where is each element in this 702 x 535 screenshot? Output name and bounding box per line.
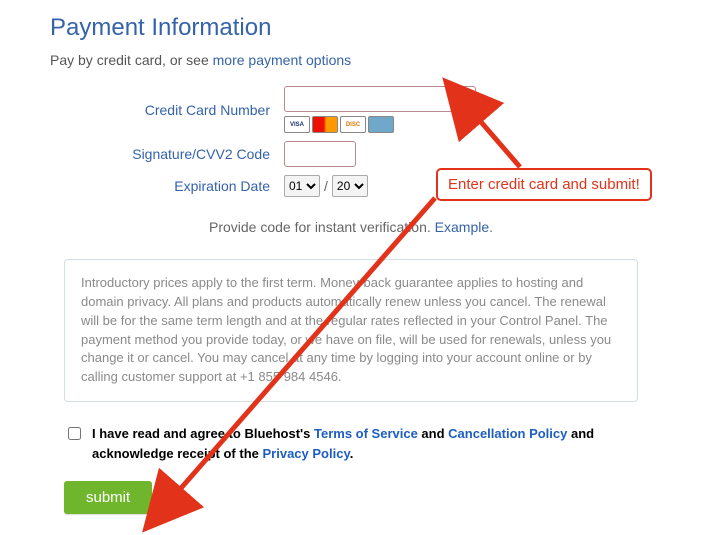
- cvv-input[interactable]: [284, 141, 356, 167]
- tos-link[interactable]: Terms of Service: [314, 426, 418, 441]
- verify-text: Provide code for instant verification. E…: [50, 219, 652, 235]
- verify-prefix: Provide code for instant verification.: [209, 219, 435, 235]
- more-payment-options-link[interactable]: more payment options: [213, 52, 352, 68]
- cc-label: Credit Card Number: [50, 102, 284, 118]
- agree-t1: I have read and agree to Bluehost's: [92, 426, 314, 441]
- visa-icon: VISA: [284, 116, 310, 133]
- exp-separator: /: [324, 178, 328, 194]
- agree-checkbox[interactable]: [68, 427, 81, 440]
- agree-block: I have read and agree to Bluehost's Term…: [64, 424, 638, 463]
- agree-text: I have read and agree to Bluehost's Term…: [92, 424, 638, 463]
- privacy-link[interactable]: Privacy Policy: [263, 446, 350, 461]
- page-title: Payment Information: [50, 14, 652, 42]
- exp-label: Expiration Date: [50, 178, 284, 194]
- annotation-callout: Enter credit card and submit!: [436, 168, 652, 201]
- exp-year-select[interactable]: 20: [332, 175, 368, 197]
- pay-by-prefix: Pay by credit card, or see: [50, 52, 213, 68]
- amex-icon: [368, 116, 394, 133]
- discover-icon: DISC: [340, 116, 366, 133]
- verify-dot: .: [489, 219, 493, 235]
- verify-example-link[interactable]: Example: [435, 219, 489, 235]
- cancellation-link[interactable]: Cancellation Policy: [448, 426, 567, 441]
- agree-t2: and: [418, 426, 448, 441]
- exp-month-select[interactable]: 01: [284, 175, 320, 197]
- pay-by-text: Pay by credit card, or see more payment …: [50, 52, 652, 68]
- submit-button[interactable]: submit: [64, 481, 152, 514]
- cvv-label: Signature/CVV2 Code: [50, 146, 284, 162]
- card-icons: VISA DISC: [284, 116, 476, 133]
- agree-t4: .: [350, 446, 354, 461]
- notice-box: Introductory prices apply to the first t…: [64, 259, 638, 402]
- cc-input[interactable]: [284, 86, 476, 112]
- mastercard-icon: [312, 116, 338, 133]
